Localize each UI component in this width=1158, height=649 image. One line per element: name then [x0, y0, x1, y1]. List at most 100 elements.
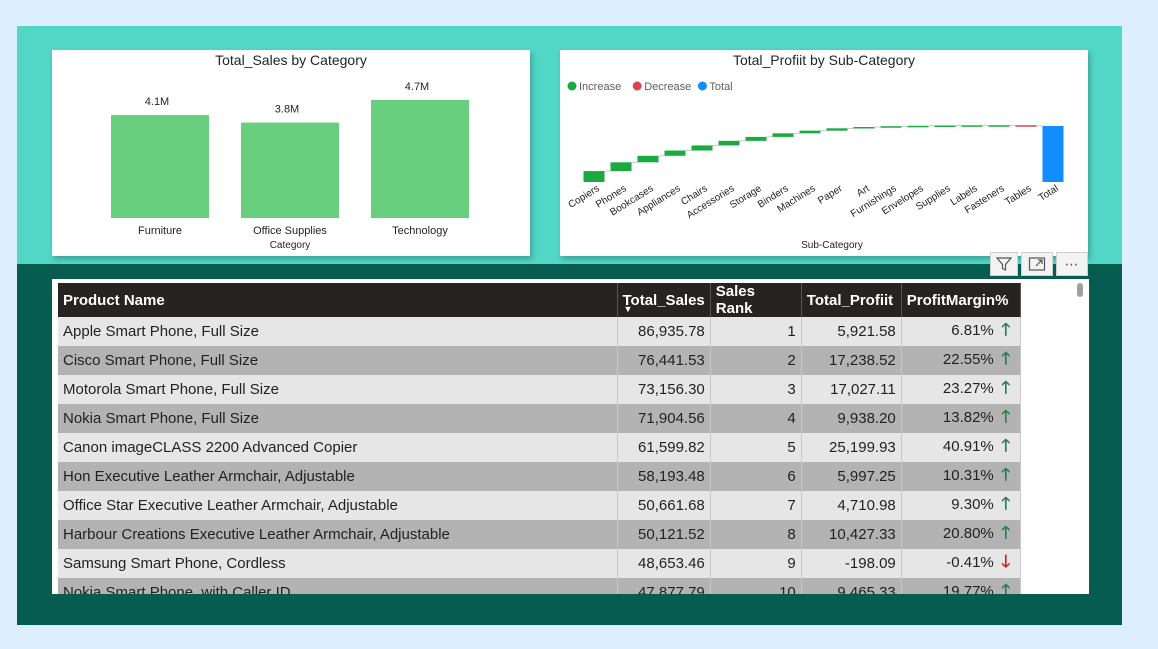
filter-button[interactable]: [990, 252, 1018, 276]
profit-margin-cell: 22.55% 🡑: [901, 346, 1021, 375]
waterfall-bar[interactable]: [1042, 125, 1064, 182]
waterfall-bar[interactable]: [826, 128, 848, 131]
waterfall-bar[interactable]: [880, 126, 902, 128]
table-row[interactable]: Nokia Smart Phone, with Caller ID 47,877.…: [58, 578, 1021, 594]
total-sales-cell: 50,121.52: [617, 520, 711, 549]
column-header-label: Total_Profiit: [806, 291, 894, 309]
column-header-sales-rank[interactable]: Sales Rank: [710, 283, 802, 317]
table-row[interactable]: Cisco Smart Phone, Full Size 76,441.53 2 17…: [58, 346, 1021, 375]
product-name-cell: Office Star Executive Leather Armchair, …: [58, 491, 618, 520]
column-header-label: Total_Sales: [622, 291, 705, 309]
legend-marker: [697, 81, 707, 91]
x-tick-label: Total: [1037, 183, 1061, 204]
filter-icon: [996, 257, 1012, 271]
arrow-up-icon: 🡑: [1001, 465, 1011, 484]
table-row[interactable]: Motorola Smart Phone, Full Size 73,156.30…: [58, 375, 1021, 404]
waterfall-bar[interactable]: [745, 136, 767, 141]
column-header-total-profit[interactable]: Total_Profiit: [801, 283, 902, 317]
data-label: 4.7M: [405, 81, 429, 93]
bar[interactable]: [371, 100, 469, 218]
sales-rank-cell: 6: [710, 462, 802, 491]
sales-by-category-chart[interactable]: Total_Sales by Category 4.1M Furniture 3.8…: [52, 50, 530, 256]
profit-margin-cell: -0.41% 🡓: [901, 549, 1021, 578]
total-sales-cell: 76,441.53: [617, 346, 711, 375]
profit-margin-cell: 40.91% 🡑: [901, 433, 1021, 462]
column-header-profit-margin[interactable]: ProfitMargin%: [901, 283, 1021, 317]
sales-rank-cell: 3: [710, 375, 802, 404]
profit-margin-value: 40.91%: [942, 438, 994, 455]
product-name-cell: Apple Smart Phone, Full Size: [58, 317, 618, 346]
arrow-up-icon: 🡑: [1001, 436, 1011, 455]
waterfall-bar[interactable]: [961, 125, 983, 127]
arrow-up-icon: 🡑: [1001, 494, 1011, 513]
profit-margin-cell: 6.81% 🡑: [901, 317, 1021, 346]
x-tick-label: Office Supplies: [253, 225, 327, 237]
focus-mode-button[interactable]: [1021, 252, 1053, 276]
total-sales-cell: 50,661.68: [617, 491, 711, 520]
sales-rank-cell: 10: [710, 578, 802, 594]
profit-margin-cell: 13.82% 🡑: [901, 404, 1021, 433]
table-row[interactable]: Office Star Executive Leather Armchair, …: [58, 491, 1021, 520]
waterfall-bar[interactable]: [637, 155, 659, 163]
legend-label[interactable]: Decrease: [644, 81, 691, 93]
waterfall-bar[interactable]: [853, 127, 875, 129]
total-profit-cell: 10,427.33: [801, 520, 902, 549]
arrow-up-icon: 🡑: [1001, 407, 1011, 426]
column-header-total-sales[interactable]: Total_Sales ▼: [617, 283, 711, 317]
profit-margin-value: 22.55%: [942, 351, 994, 368]
bar[interactable]: [111, 115, 209, 218]
total-profit-cell: 5,921.58: [801, 317, 902, 346]
total-sales-cell: 71,904.56: [617, 404, 711, 433]
legend-label[interactable]: Total: [709, 81, 732, 93]
data-label: 3.8M: [275, 104, 299, 116]
column-header-label: Product Name: [63, 291, 165, 309]
more-options-button[interactable]: ⋯: [1056, 252, 1088, 276]
total-sales-cell: 86,935.78: [617, 317, 711, 346]
waterfall-bar[interactable]: [934, 125, 956, 128]
profit-margin-cell: 10.31% 🡑: [901, 462, 1021, 491]
product-name-cell: Nokia Smart Phone, Full Size: [58, 404, 618, 433]
waterfall-bar[interactable]: [799, 130, 821, 134]
profit-margin-cell: 19.77% 🡑: [901, 578, 1021, 594]
waterfall-bar[interactable]: [610, 162, 632, 172]
profit-margin-value: 6.81%: [951, 322, 994, 339]
waterfall-bar[interactable]: [691, 145, 713, 151]
profit-margin-value: -0.41%: [946, 554, 994, 571]
profit-margin-cell: 9.30% 🡑: [901, 491, 1021, 520]
legend-label[interactable]: Increase: [579, 81, 621, 93]
table-row[interactable]: Nokia Smart Phone, Full Size 71,904.56 4 9,…: [58, 404, 1021, 433]
table-row[interactable]: Hon Executive Leather Armchair, Adjustab…: [58, 462, 1021, 491]
waterfall-bar[interactable]: [907, 125, 929, 128]
sales-rank-cell: 7: [710, 491, 802, 520]
x-axis-title: Category: [270, 240, 311, 251]
profit-margin-value: 10.31%: [942, 467, 994, 484]
arrow-up-icon: 🡑: [1001, 378, 1011, 397]
column-header-product-name[interactable]: Product Name: [58, 283, 618, 317]
arrow-up-icon: 🡑: [1001, 320, 1011, 339]
waterfall-bar[interactable]: [583, 171, 605, 182]
product-table[interactable]: Product Name Total_Sales ▼ Sales Rank Tot…: [52, 279, 1089, 594]
table-row[interactable]: Harbour Creations Executive Leather Armc…: [58, 520, 1021, 549]
waterfall-bar[interactable]: [1015, 125, 1037, 127]
total-profit-cell: -198.09: [801, 549, 902, 578]
vertical-scrollbar[interactable]: [1077, 283, 1083, 297]
total-profit-cell: 4,710.98: [801, 491, 902, 520]
x-tick-label: Tables: [1003, 183, 1033, 208]
table-row[interactable]: Canon imageCLASS 2200 Advanced Copier 61,…: [58, 433, 1021, 462]
product-name-cell: Motorola Smart Phone, Full Size: [58, 375, 618, 404]
product-name-cell: Samsung Smart Phone, Cordless: [58, 549, 618, 578]
legend-marker: [567, 81, 577, 91]
table-row[interactable]: Apple Smart Phone, Full Size 86,935.78 1 5,…: [58, 317, 1021, 346]
total-profit-cell: 17,238.52: [801, 346, 902, 375]
waterfall-bar[interactable]: [664, 150, 686, 156]
product-name-cell: Harbour Creations Executive Leather Armc…: [58, 520, 618, 549]
profit-by-subcategory-chart[interactable]: Total_Profiit by Sub-Category Increase De…: [560, 50, 1088, 256]
product-name-cell: Canon imageCLASS 2200 Advanced Copier: [58, 433, 618, 462]
waterfall-bar[interactable]: [772, 133, 794, 137]
bar[interactable]: [241, 122, 339, 218]
waterfall-bar[interactable]: [988, 125, 1010, 127]
table-row[interactable]: Samsung Smart Phone, Cordless 48,653.46 9-…: [58, 549, 1021, 578]
total-sales-cell: 61,599.82: [617, 433, 711, 462]
total-profit-cell: 9,465.33: [801, 578, 902, 594]
waterfall-bar[interactable]: [718, 140, 740, 146]
